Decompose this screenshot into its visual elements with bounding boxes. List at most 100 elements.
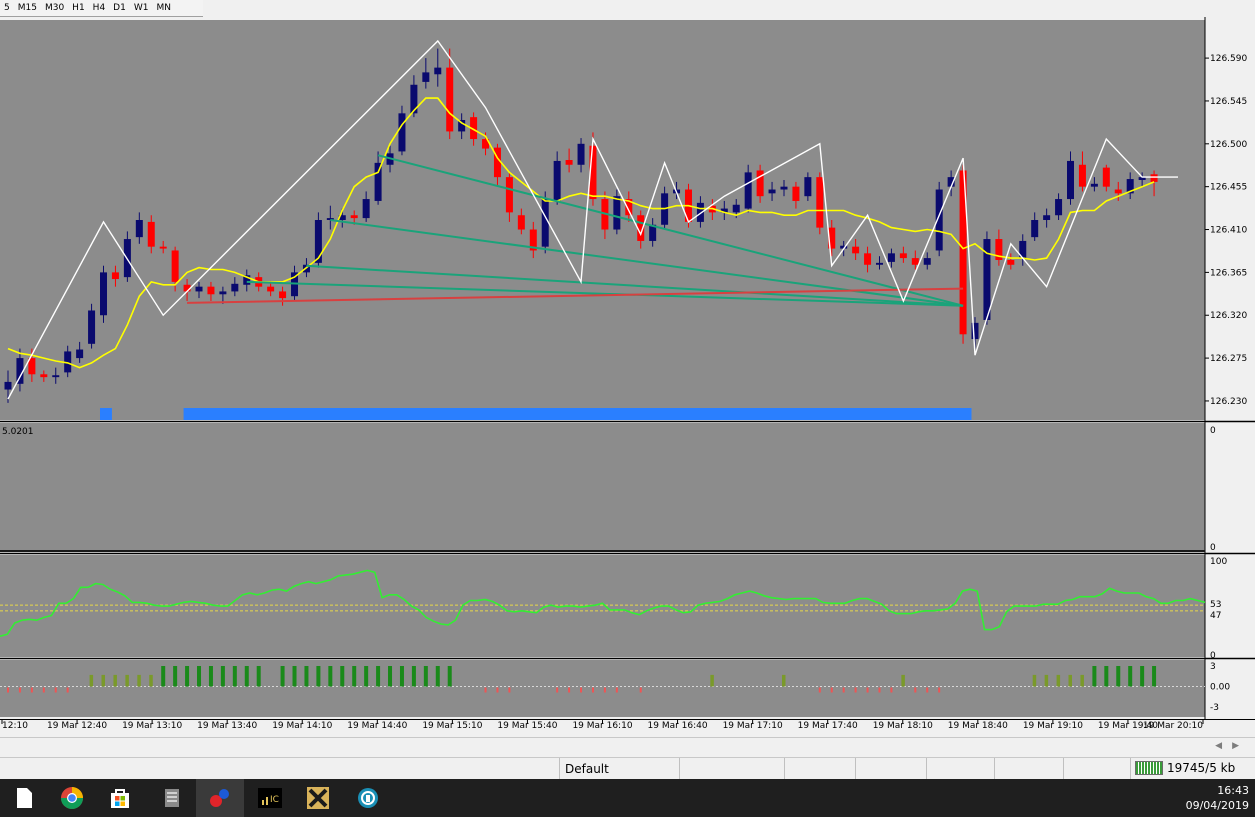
time-tick-label: 19 Mar 15:10: [422, 721, 482, 731]
candle-body: [1043, 215, 1051, 220]
candle-body: [267, 286, 275, 292]
histogram-bar-negative: [938, 687, 941, 693]
candle-body: [541, 199, 549, 247]
histogram-bar-strong: [1152, 666, 1157, 687]
status-divider: [784, 758, 785, 780]
candle-body: [816, 177, 824, 228]
candle-body: [804, 177, 812, 197]
timeframe-m15[interactable]: M15: [14, 3, 41, 13]
timeframe-h1[interactable]: H1: [68, 3, 89, 13]
candle-body: [88, 310, 96, 344]
histogram-bar-strong: [220, 666, 225, 687]
candle-body: [76, 349, 84, 359]
candle-body: [52, 375, 60, 378]
candle-body: [279, 291, 287, 299]
histogram-bar-strong: [388, 666, 393, 687]
chart-window[interactable]: 126.590 126.545 126.500 126.455 126.410 126.3…: [0, 17, 1255, 737]
clock-time: 16:43: [1217, 784, 1249, 797]
candle-body: [398, 113, 406, 152]
histogram-bar-negative: [615, 687, 618, 693]
histogram-bar-strong: [364, 666, 369, 687]
histogram-bar-negative: [603, 687, 606, 693]
candle-body: [792, 186, 800, 201]
time-tick-label: 19 Mar 15:40: [497, 721, 557, 731]
histogram-bar-negative: [66, 687, 69, 693]
candle-body: [422, 72, 430, 82]
time-tick-label: 19 Mar 17:40: [798, 721, 858, 731]
status-bar: Default 19745/5 kb: [0, 757, 1255, 780]
histogram-bar-negative: [7, 687, 9, 693]
histogram-bar-strong: [161, 666, 166, 687]
candle-body: [887, 253, 895, 262]
timeframe-h4[interactable]: H4: [89, 3, 110, 13]
histogram-bar-weak: [149, 674, 153, 687]
candle-body: [350, 215, 358, 219]
histogram-bar-strong: [208, 666, 213, 687]
histogram-bar-weak: [781, 674, 786, 687]
histogram-bar-weak: [137, 674, 141, 687]
chart-scrollbar[interactable]: ◀▶: [0, 737, 1255, 757]
time-tick-label: 12:10: [2, 721, 28, 731]
status-divider: [855, 758, 856, 780]
candle-body: [195, 286, 203, 292]
candle-body: [577, 143, 585, 165]
timeframe-mn[interactable]: MN: [152, 3, 175, 13]
candle-body: [1007, 260, 1015, 265]
status-divider: [679, 758, 680, 780]
candle-body: [135, 220, 143, 238]
histogram-bar-strong: [411, 666, 416, 687]
candle-body: [171, 250, 179, 282]
histogram-bar-weak: [1044, 674, 1049, 687]
price-tick-label: 126.455: [1210, 183, 1247, 193]
histogram-bar-weak: [101, 674, 106, 687]
chrome-icon[interactable]: [48, 779, 96, 817]
candle-body: [565, 160, 573, 165]
connection-bars-icon: [1135, 761, 1163, 775]
clock-date: 09/04/2019: [1185, 799, 1249, 812]
timeframe-m30[interactable]: M30: [41, 3, 68, 13]
candle-body: [362, 199, 370, 219]
system-clock[interactable]: 16:43 09/04/2019: [1186, 783, 1249, 813]
connection-status[interactable]: 19745/5 kb: [1135, 761, 1235, 775]
histogram-bar-weak: [1080, 674, 1084, 687]
file-icon[interactable]: [0, 779, 48, 817]
histogram-bar-strong: [1140, 666, 1145, 687]
candle-body: [613, 196, 621, 230]
price-tick-label: 126.590: [1210, 54, 1247, 64]
x-app-icon[interactable]: [294, 779, 342, 817]
histogram-bar-negative: [842, 687, 845, 693]
histogram-bar-strong: [173, 666, 178, 687]
time-tick-label: 19 Mar 20:10: [1143, 721, 1203, 731]
histogram-panel: [0, 660, 1205, 717]
sync-app-icon[interactable]: [344, 779, 392, 817]
oscillator-tick-label: 53: [1210, 600, 1221, 610]
histogram-bar-negative: [878, 687, 881, 693]
timeframe-m5[interactable]: 5: [0, 3, 14, 13]
status-profile: Default: [565, 762, 609, 776]
app-icon[interactable]: [148, 779, 196, 817]
chart-app-icon[interactable]: IC: [246, 779, 294, 817]
histogram-bar-negative: [854, 687, 857, 693]
store-icon[interactable]: [96, 779, 144, 817]
time-tick-label: 19 Mar 18:10: [873, 721, 933, 731]
candle-body: [911, 258, 919, 265]
mt-icon[interactable]: [196, 779, 244, 817]
timeframe-w1[interactable]: W1: [130, 3, 153, 13]
histogram-bar-weak: [710, 674, 714, 687]
histogram-bar-weak: [125, 674, 129, 687]
candle-body: [744, 172, 752, 209]
price-tick-label: 126.230: [1210, 397, 1247, 407]
scroll-arrows-icon[interactable]: ◀▶: [1215, 741, 1249, 751]
histogram-bar-strong: [292, 666, 297, 687]
histogram-bar-strong: [256, 666, 261, 687]
histogram-bar-strong: [1116, 666, 1121, 687]
timeframe-d1[interactable]: D1: [109, 3, 130, 13]
candle-body: [899, 253, 907, 259]
time-tick-label: 19 Mar 16:40: [648, 721, 708, 731]
candle-body: [505, 177, 513, 213]
candle-body: [207, 286, 215, 295]
oscillator-tick-label: 47: [1210, 611, 1221, 621]
histogram-bar-strong: [197, 666, 202, 687]
taskbar: IC 16:43 09/04/2019: [0, 779, 1255, 817]
time-tick-label: 19 Mar 12:40: [47, 721, 107, 731]
